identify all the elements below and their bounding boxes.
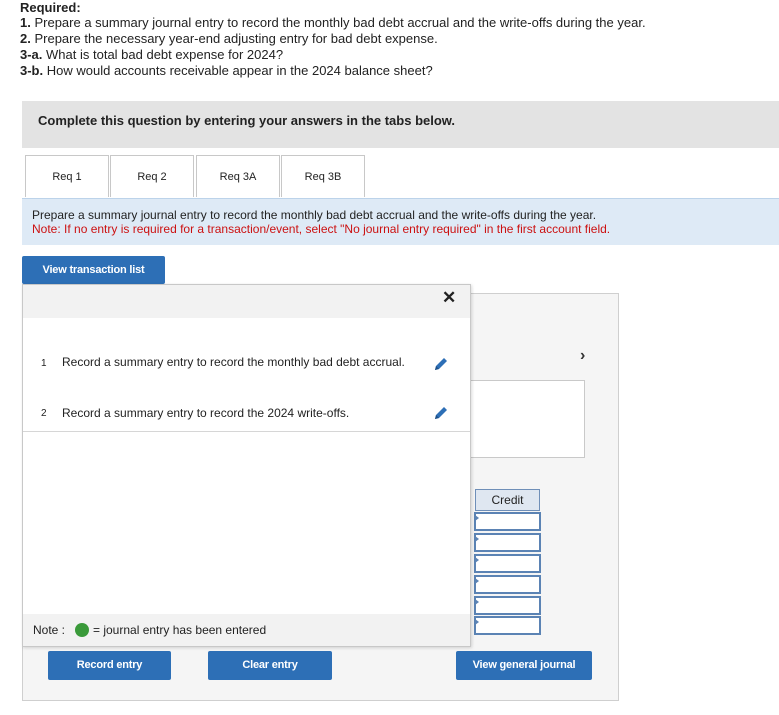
required-item-3b: 3-b. How would accounts receivable appea… [20,63,433,78]
transaction-list-popup: ✕ 1 Record a summary entry to record the… [22,284,471,647]
note-legend: Note : = journal entry has been entered [23,614,470,646]
view-general-journal-button[interactable]: View general journal [456,651,592,680]
credit-input[interactable] [474,575,541,594]
tab-req-3a[interactable]: Req 3A [196,155,280,197]
credit-input[interactable] [474,596,541,615]
note-legend-text: = journal entry has been entered [93,623,267,637]
credit-input[interactable] [474,616,541,635]
question-info-panel: Prepare a summary journal entry to recor… [22,198,779,245]
pencil-edit-icon[interactable] [433,405,449,421]
transaction-number: 2 [41,408,47,419]
credit-column-header: Credit [475,489,540,511]
required-heading: Required: [20,0,81,15]
question-note: Note: If no entry is required for a tran… [32,222,611,236]
required-item-2: 2. Prepare the necessary year-end adjust… [20,31,438,46]
tab-req-1[interactable]: Req 1 [25,155,109,197]
transaction-text: Record a summary entry to record the mon… [62,355,405,369]
note-label: Note : [33,623,66,637]
transaction-row-2[interactable]: 2 Record a summary entry to record the 2… [23,406,470,432]
transaction-number: 1 [41,358,47,369]
tab-req-2[interactable]: Req 2 [110,155,194,197]
required-item-1: 1. Prepare a summary journal entry to re… [20,15,646,30]
required-item-3a: 3-a. What is total bad debt expense for … [20,47,284,62]
close-icon[interactable]: ✕ [442,288,456,308]
transaction-text: Record a summary entry to record the 202… [62,406,350,420]
clear-entry-button[interactable]: Clear entry [208,651,332,680]
view-transaction-list-button[interactable]: View transaction list [22,256,165,284]
entered-status-dot-icon [75,623,89,637]
tab-req-3b[interactable]: Req 3B [281,155,365,197]
credit-input[interactable] [474,554,541,573]
instruction-bar: Complete this question by entering your … [22,101,779,148]
question-prompt: Prepare a summary journal entry to recor… [32,208,597,222]
credit-input[interactable] [474,533,541,552]
instruction-text: Complete this question by entering your … [38,113,456,128]
pencil-edit-icon[interactable] [433,356,449,372]
next-transaction-chevron-icon[interactable]: › [580,347,585,365]
popup-header: ✕ [23,285,470,318]
record-entry-button[interactable]: Record entry [48,651,171,680]
journal-entry-description-box[interactable] [470,380,585,458]
credit-input[interactable] [474,512,541,531]
